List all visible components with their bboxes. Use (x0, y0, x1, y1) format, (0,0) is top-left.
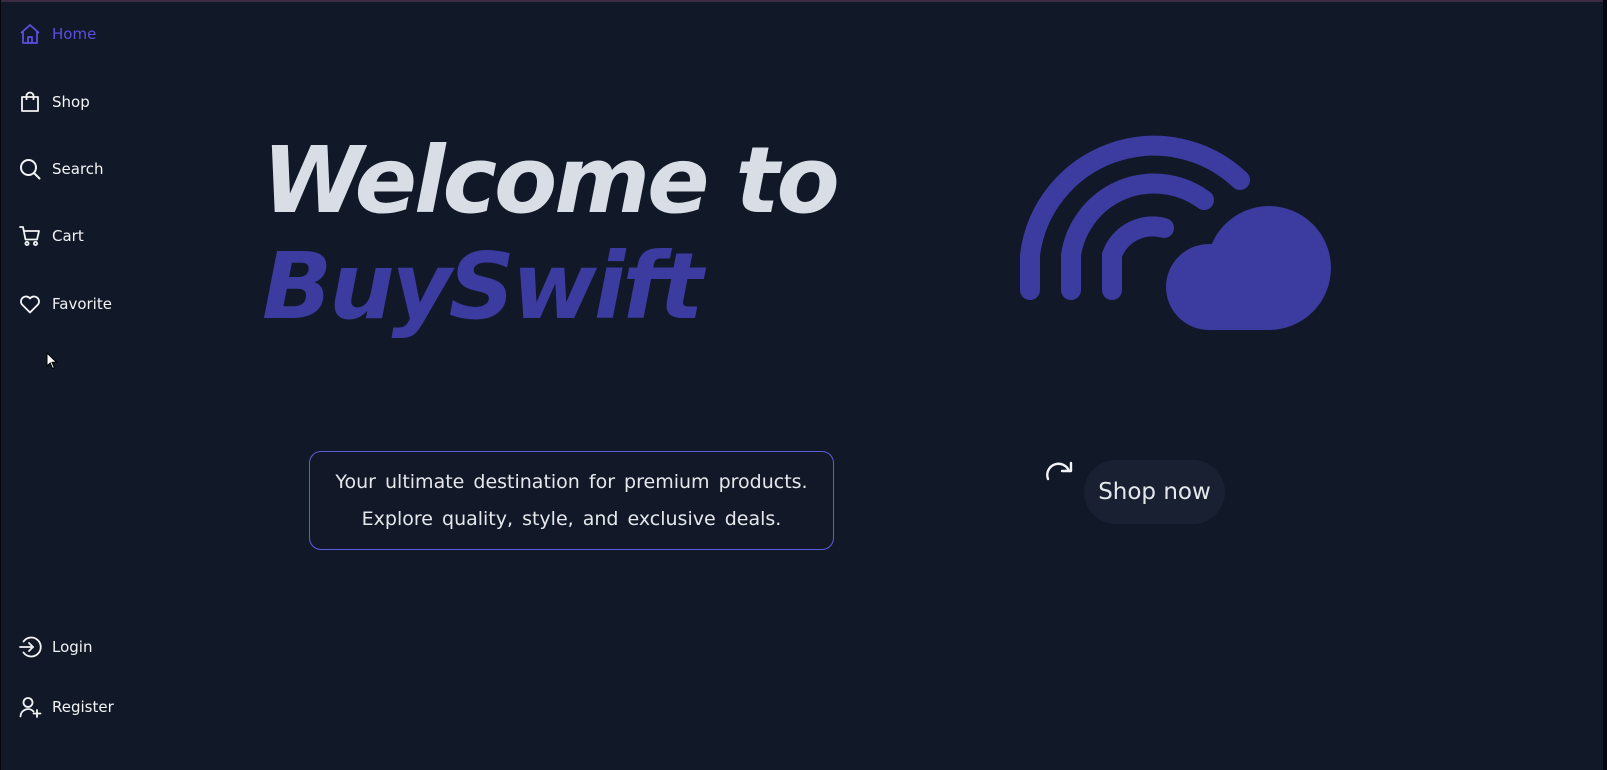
sidebar-item-label: Home (52, 25, 97, 43)
heart-icon (20, 295, 40, 314)
hero-heading: Welcome to BuySwift (262, 127, 840, 340)
search-icon (20, 159, 41, 180)
home-icon (20, 24, 40, 44)
sidebar-item-register[interactable]: Register (18, 695, 114, 719)
user-plus-icon (19, 697, 42, 718)
sidebar-item-shop[interactable]: Shop (18, 90, 90, 114)
redo-icon[interactable] (1044, 460, 1076, 484)
tagline-box: Your ultimate destination for premium pr… (309, 451, 834, 550)
mouse-cursor-icon (46, 352, 58, 370)
cart-icon (19, 226, 40, 246)
hero-title-brand: BuySwift (262, 233, 703, 340)
window-right-edge (1603, 0, 1607, 770)
sidebar-item-label: Register (52, 698, 114, 716)
tagline-line-2: Explore quality, style, and exclusive de… (361, 507, 782, 530)
shop-now-button[interactable]: Shop now (1084, 460, 1225, 524)
sidebar-item-favorite[interactable]: Favorite (18, 292, 112, 316)
sidebar-item-search[interactable]: Search (18, 157, 104, 181)
shopping-bag-icon (21, 91, 39, 112)
sidebar-item-label: Favorite (52, 295, 112, 313)
sidebar-item-home[interactable]: Home (18, 22, 96, 46)
hero-title-line-1: Welcome to (262, 127, 840, 234)
sidebar-item-label: Cart (52, 227, 84, 245)
sidebar-item-login[interactable]: Login (18, 635, 92, 659)
top-border (0, 0, 1607, 2)
left-border (0, 0, 1, 770)
sidebar-item-label: Search (52, 160, 104, 178)
sidebar-item-cart[interactable]: Cart (18, 224, 84, 248)
sidebar-item-label: Login (52, 638, 93, 656)
sidebar-item-label: Shop (52, 93, 90, 111)
login-icon (19, 636, 42, 658)
tagline-line-1: Your ultimate destination for premium pr… (335, 470, 808, 493)
wifi-cloud-logo (1020, 135, 1331, 330)
